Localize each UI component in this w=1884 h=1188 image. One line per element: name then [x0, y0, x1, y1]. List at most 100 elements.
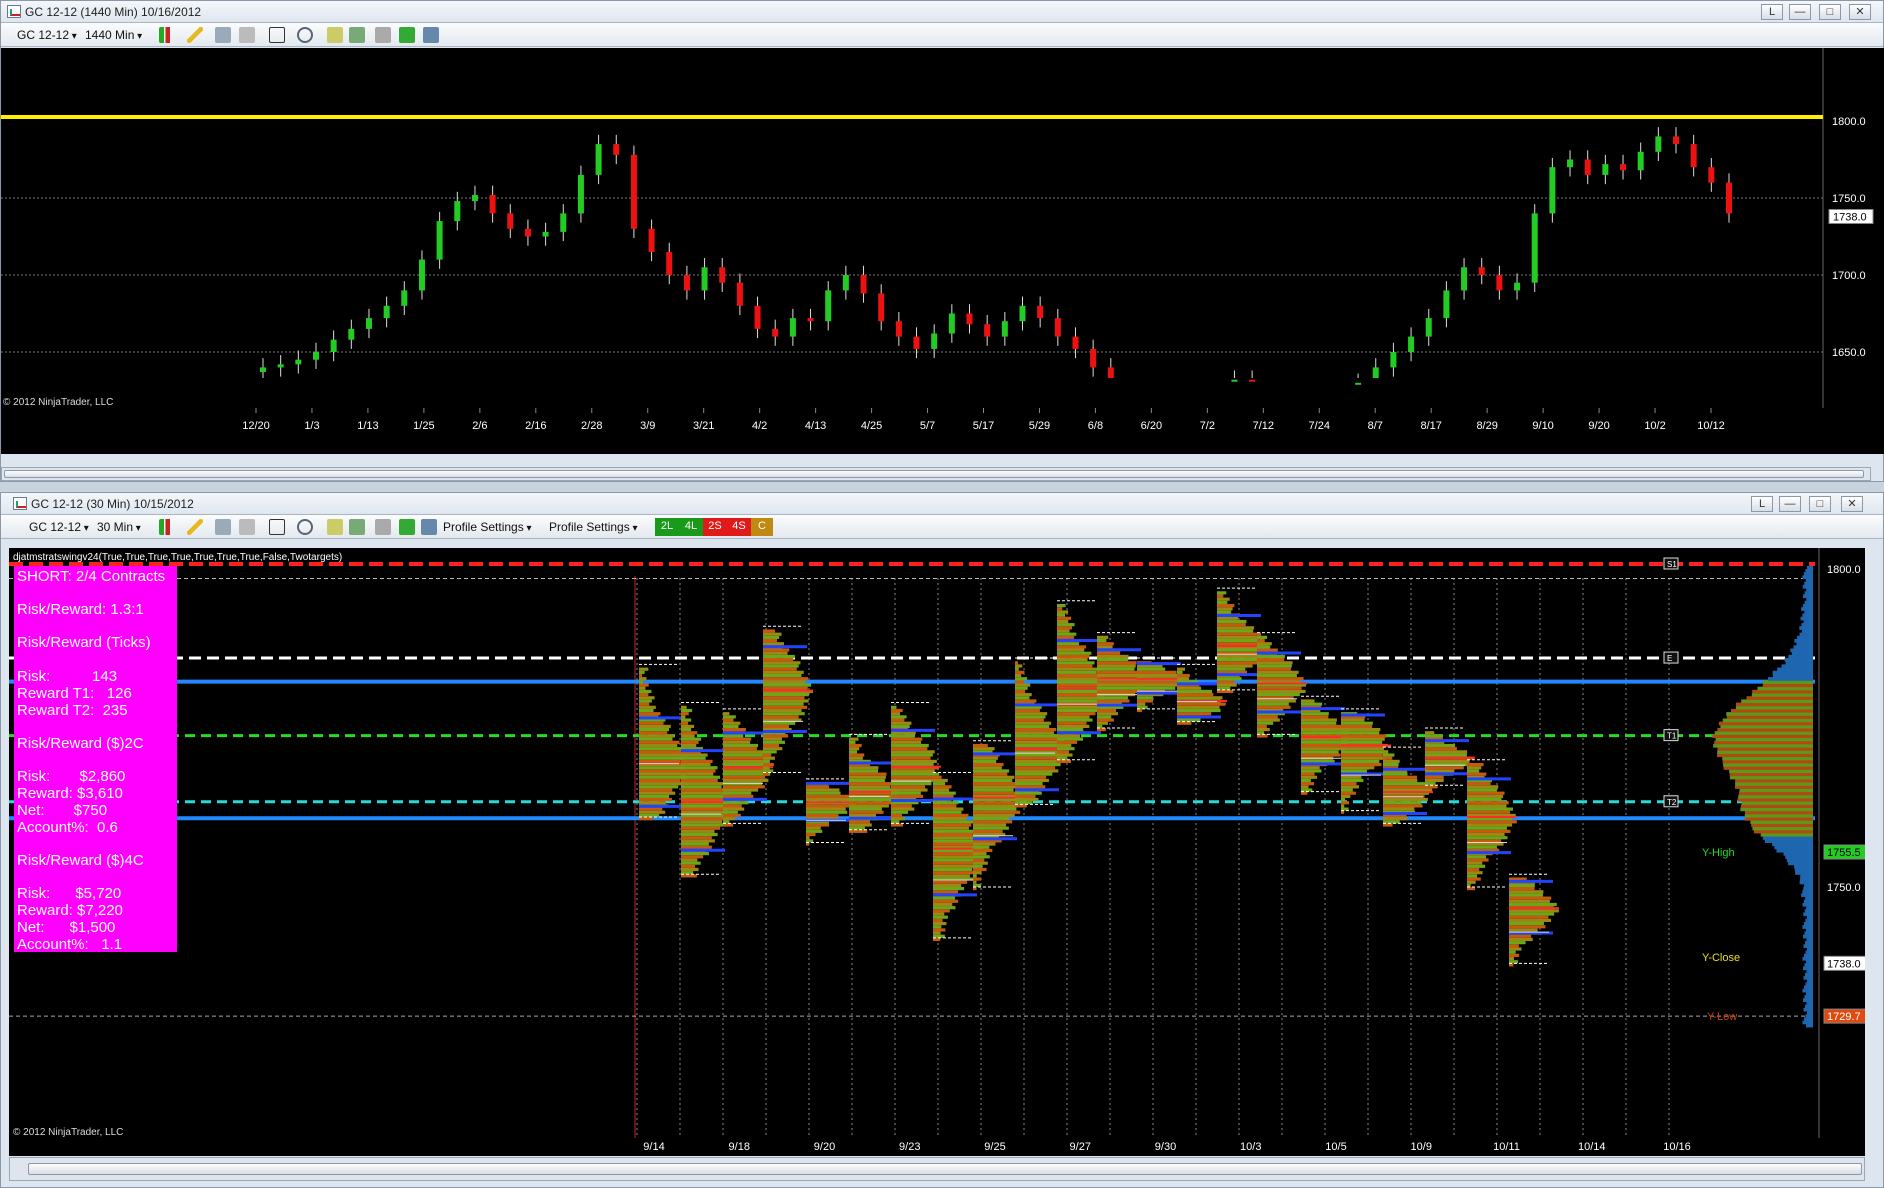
profile-row [1015, 715, 1046, 719]
drawing-tool-icon[interactable] [187, 27, 203, 43]
instrument-selector[interactable]: GC 12-12 [17, 27, 77, 43]
intraday-chart-scrollbar[interactable] [9, 1157, 1865, 1181]
dollar-icon[interactable] [399, 519, 415, 535]
minimize-button[interactable]: — [1789, 4, 1811, 20]
profile-row [1257, 658, 1285, 662]
profile-row [681, 728, 692, 732]
profile-row [1425, 747, 1457, 751]
composite-profile-row [1741, 801, 1813, 805]
profile-row [1057, 747, 1075, 751]
order-panel-icon[interactable] [423, 27, 439, 43]
long-4-button[interactable]: 4L [679, 518, 703, 536]
profile-row [639, 734, 675, 738]
properties-icon[interactable] [327, 519, 343, 535]
zoom-icon[interactable] [297, 519, 313, 535]
link-button[interactable]: L [1751, 496, 1773, 512]
long-2-button[interactable]: 2L [655, 518, 679, 536]
profile-row [1467, 867, 1480, 872]
profile-row [763, 750, 777, 754]
properties-icon[interactable] [327, 27, 343, 43]
daily-price-chart[interactable]: 1800.0 1750.0 1700.0 1650.0 12/20 1/3 1/13 1/25… [1, 48, 1884, 454]
y-high-price-tag: 1755.5 [1827, 847, 1861, 859]
composite-profile-row [1806, 588, 1813, 592]
short-2-button[interactable]: 2S [703, 518, 727, 536]
minimize-button[interactable]: — [1779, 496, 1801, 512]
profile-row [933, 912, 945, 916]
zoom-icon[interactable] [297, 27, 313, 43]
profile-row [1217, 619, 1247, 624]
intraday-profile-chart[interactable]: 1800.0 1750.0 9/14 9/18 9/20 9/23 9/25 9/27 9/30… [9, 548, 1865, 1156]
daily-chart-titlebar[interactable]: GC 12-12 (1440 Min) 10/16/2012 L — □ ✕ [1, 1, 1883, 23]
close-button[interactable]: ✕ [1849, 4, 1871, 20]
profile-row [933, 775, 942, 779]
bar-type-icon[interactable] [159, 27, 175, 43]
bar-type-icon[interactable] [159, 519, 175, 535]
chart-trader-icon[interactable] [375, 519, 391, 535]
strategy-icon[interactable] [239, 27, 255, 43]
down-candle [1037, 305, 1044, 319]
intraday-scroll-thumb[interactable] [28, 1163, 1862, 1175]
profile-row [891, 813, 902, 818]
profile-row [1341, 737, 1385, 741]
composite-profile-row [1788, 861, 1813, 866]
short-4-button[interactable]: 4S [727, 518, 751, 536]
composite-profile-row [1726, 715, 1813, 719]
interval-selector[interactable]: 1440 Min [85, 27, 142, 43]
data-box-icon[interactable] [349, 27, 365, 43]
date-axis-label: 9/18 [729, 1141, 750, 1153]
profile-row [1301, 699, 1315, 703]
profile-row [933, 804, 957, 808]
profile-row [1217, 591, 1227, 595]
profile-row [723, 718, 734, 722]
instrument-selector[interactable]: GC 12-12 [29, 519, 89, 535]
data-box-icon[interactable] [349, 519, 365, 535]
dollar-icon[interactable] [399, 27, 415, 43]
maximize-button[interactable]: □ [1809, 496, 1831, 512]
daily-scroll-thumb[interactable] [4, 470, 1864, 478]
profile-row [1097, 680, 1141, 684]
profile-row [933, 925, 942, 929]
crosshair-icon[interactable] [269, 519, 285, 535]
chart-trader-icon[interactable] [375, 27, 391, 43]
link-button[interactable]: L [1761, 4, 1783, 20]
close-button[interactable]: ✕ [1841, 496, 1863, 512]
profile-row [933, 839, 976, 843]
profile-row [639, 677, 647, 681]
profile-row [723, 778, 769, 783]
crosshair-icon[interactable] [269, 27, 285, 43]
profile-settings-menu-2[interactable]: Profile Settings [549, 519, 638, 535]
profile-row [933, 918, 943, 922]
composite-profile-row [1803, 572, 1813, 576]
profile-row [1057, 699, 1100, 703]
daily-chart-scrollbar[interactable] [1, 467, 1871, 481]
interval-selector[interactable]: 30 Min [97, 519, 141, 535]
close-position-button[interactable]: C [751, 518, 773, 536]
profile-row [723, 759, 768, 763]
date-axis-label: 1/25 [413, 420, 434, 432]
profile-row [1383, 804, 1423, 808]
profile-settings-menu-1[interactable]: Profile Settings [443, 519, 532, 535]
profile-row [723, 769, 766, 773]
up-candle [436, 221, 443, 260]
profile-row [681, 775, 721, 779]
indicator-icon[interactable] [215, 27, 231, 43]
profile-row [1057, 673, 1104, 678]
profile-row [723, 750, 765, 754]
profile-row [1257, 689, 1306, 694]
intraday-chart-titlebar[interactable]: GC 12-12 (30 Min) 10/15/2012 L — □ ✕ [1, 493, 1883, 515]
profile-row [639, 696, 655, 700]
price-axis-label: 1650.0 [1832, 347, 1866, 359]
indicator-icon[interactable] [215, 519, 231, 535]
order-panel-icon[interactable] [421, 519, 437, 535]
profile-row [849, 747, 860, 751]
up-candle [560, 213, 567, 232]
profile-row [681, 705, 687, 709]
profile-row [723, 721, 741, 725]
profile-row [1057, 664, 1093, 668]
maximize-button[interactable]: □ [1819, 4, 1841, 20]
profile-row [681, 762, 711, 767]
strategy-icon[interactable] [239, 519, 255, 535]
drawing-tool-icon[interactable] [187, 519, 203, 535]
profile-row [1467, 766, 1482, 770]
profile-row [1217, 638, 1258, 643]
